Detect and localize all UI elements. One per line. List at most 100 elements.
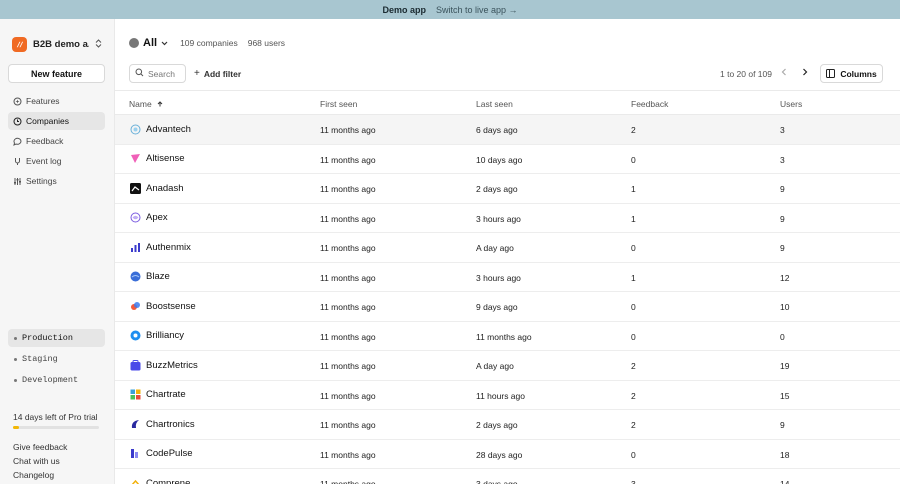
company-name-cell[interactable]: Advantech bbox=[129, 123, 191, 135]
chevron-updown-icon bbox=[95, 38, 102, 50]
table-row[interactable]: Chartrate 11 months ago 11 hours ago 2 15 bbox=[115, 381, 900, 410]
codepulse-logo-icon bbox=[129, 448, 141, 460]
users-cell: 10 bbox=[780, 302, 790, 312]
first-seen-cell: 11 months ago bbox=[320, 449, 376, 460]
main-content: All 109 companies 968 users + Add filter… bbox=[114, 19, 900, 484]
column-header-last-seen[interactable]: Last seen bbox=[476, 99, 513, 109]
company-name-cell[interactable]: Brilliancy bbox=[129, 330, 184, 342]
chartronics-logo-icon bbox=[129, 418, 141, 430]
feedback-cell: 1 bbox=[631, 184, 636, 194]
search-box[interactable] bbox=[129, 64, 186, 83]
company-name-cell[interactable]: Chartronics bbox=[129, 418, 195, 430]
env-dot-icon bbox=[14, 336, 17, 340]
segment-selector[interactable]: All bbox=[143, 37, 157, 49]
users-cell: 15 bbox=[780, 390, 790, 401]
company-name-cell[interactable]: Authenmix bbox=[129, 241, 191, 253]
app-selector[interactable]: B2B demo a... bbox=[12, 36, 104, 52]
feedback-cell: 1 bbox=[631, 213, 636, 224]
table-row[interactable]: Apex 11 months ago 3 hours ago 1 9 bbox=[115, 204, 900, 233]
sidebar-item-feedback[interactable]: Feedback bbox=[8, 132, 105, 150]
first-seen-cell: 11 months ago bbox=[320, 390, 376, 401]
sidebar-item-label: Event log bbox=[26, 156, 62, 166]
company-name-cell[interactable]: Chartrate bbox=[129, 389, 186, 401]
column-header-users[interactable]: Users bbox=[780, 99, 802, 109]
company-name-cell[interactable]: Boostsense bbox=[129, 300, 196, 312]
buzzmetrics-logo-icon bbox=[129, 359, 141, 371]
app-name: B2B demo a... bbox=[33, 38, 89, 50]
company-name-cell[interactable]: Altisense bbox=[129, 153, 185, 165]
table-row[interactable]: Anadash 11 months ago 2 days ago 1 9 bbox=[115, 174, 900, 204]
sidebar: B2B demo a... New feature Features Compa… bbox=[0, 19, 114, 484]
table-row[interactable]: Comprene 11 months ago 3 days ago 3 14 bbox=[115, 469, 900, 484]
sidebar-item-settings[interactable]: Settings bbox=[8, 172, 105, 190]
table-row[interactable]: Blaze 11 months ago 3 hours ago 1 12 bbox=[115, 263, 900, 292]
feedback-cell: 2 bbox=[631, 390, 636, 401]
give-feedback-link[interactable]: Give feedback bbox=[13, 442, 67, 452]
chevron-down-icon[interactable] bbox=[161, 39, 168, 48]
company-name-cell[interactable]: CodePulse bbox=[129, 448, 192, 460]
column-header-first-seen[interactable]: First seen bbox=[320, 99, 357, 109]
banner-title: Demo app bbox=[382, 4, 426, 15]
add-filter-button[interactable]: + Add filter bbox=[194, 64, 241, 83]
env-development[interactable]: Development bbox=[8, 371, 105, 389]
first-seen-cell: 11 months ago bbox=[320, 479, 376, 484]
first-seen-cell: 11 months ago bbox=[320, 272, 376, 283]
users-cell: 9 bbox=[780, 243, 785, 253]
authenmix-logo-icon bbox=[129, 241, 141, 253]
company-name-cell[interactable]: Apex bbox=[129, 212, 168, 224]
users-cell: 14 bbox=[780, 479, 790, 484]
first-seen-cell: 11 months ago bbox=[320, 184, 376, 194]
switch-live-link[interactable]: Switch to live app → bbox=[436, 5, 518, 15]
env-staging[interactable]: Staging bbox=[8, 350, 105, 368]
last-seen-cell: 10 days ago bbox=[476, 154, 523, 165]
feedback-cell: 1 bbox=[631, 272, 636, 283]
chartrate-logo-icon bbox=[129, 389, 141, 401]
table-row[interactable]: Altisense 11 months ago 10 days ago 0 3 bbox=[115, 145, 900, 174]
demo-banner: Demo app Switch to live app → bbox=[0, 0, 900, 19]
last-seen-cell: 3 hours ago bbox=[476, 272, 521, 283]
table-row[interactable]: Brilliancy 11 months ago 11 months ago 0 0 bbox=[115, 322, 900, 351]
changelog-link[interactable]: Changelog bbox=[13, 470, 54, 480]
sidebar-item-companies[interactable]: Companies bbox=[8, 112, 105, 130]
users-cell: 3 bbox=[780, 125, 785, 135]
features-icon bbox=[13, 97, 22, 106]
table-row[interactable]: Chartronics 11 months ago 2 days ago 2 9 bbox=[115, 410, 900, 440]
chat-with-us-link[interactable]: Chat with us bbox=[13, 456, 60, 466]
column-header-name[interactable]: Name bbox=[129, 99, 163, 109]
users-cell: 3 bbox=[780, 154, 785, 165]
env-label: Staging bbox=[22, 354, 58, 364]
table-row[interactable]: Boostsense 11 months ago 9 days ago 0 10 bbox=[115, 292, 900, 322]
sidebar-item-features[interactable]: Features bbox=[8, 92, 105, 110]
table-row[interactable]: Authenmix 11 months ago A day ago 0 9 bbox=[115, 233, 900, 263]
pagination-text: 1 to 20 of 109 bbox=[720, 69, 772, 79]
table-row[interactable]: Advantech 11 months ago 6 days ago 2 3 bbox=[115, 115, 900, 145]
blaze-logo-icon bbox=[129, 271, 141, 283]
company-name-cell[interactable]: Comprene bbox=[129, 477, 190, 484]
table-row[interactable]: CodePulse 11 months ago 28 days ago 0 18 bbox=[115, 440, 900, 469]
advantech-logo-icon bbox=[129, 123, 141, 135]
first-seen-cell: 11 months ago bbox=[320, 302, 376, 312]
company-name-cell[interactable]: Anadash bbox=[129, 182, 184, 194]
columns-button[interactable]: Columns bbox=[820, 64, 883, 83]
chevron-left-icon[interactable] bbox=[781, 68, 787, 78]
company-name-cell[interactable]: BuzzMetrics bbox=[129, 359, 198, 371]
company-name-cell[interactable]: Blaze bbox=[129, 271, 170, 283]
chevron-right-icon[interactable] bbox=[802, 68, 808, 78]
last-seen-cell: 3 days ago bbox=[476, 479, 518, 484]
last-seen-cell: 11 hours ago bbox=[476, 390, 525, 401]
sidebar-item-event-log[interactable]: Event log bbox=[8, 152, 105, 170]
users-cell: 9 bbox=[780, 420, 785, 430]
new-feature-button[interactable]: New feature bbox=[8, 64, 105, 83]
search-input[interactable] bbox=[148, 68, 184, 79]
comprene-logo-icon bbox=[129, 477, 141, 484]
first-seen-cell: 11 months ago bbox=[320, 331, 376, 342]
env-production[interactable]: Production bbox=[8, 329, 105, 347]
column-header-feedback[interactable]: Feedback bbox=[631, 99, 668, 109]
table-row[interactable]: BuzzMetrics 11 months ago A day ago 2 19 bbox=[115, 351, 900, 381]
feedback-icon bbox=[13, 137, 22, 146]
users-count: 968 users bbox=[247, 38, 286, 48]
last-seen-cell: 2 days ago bbox=[476, 420, 518, 430]
plus-icon: + bbox=[194, 68, 200, 79]
feedback-cell: 0 bbox=[631, 154, 636, 165]
sidebar-item-label: Companies bbox=[26, 116, 69, 126]
